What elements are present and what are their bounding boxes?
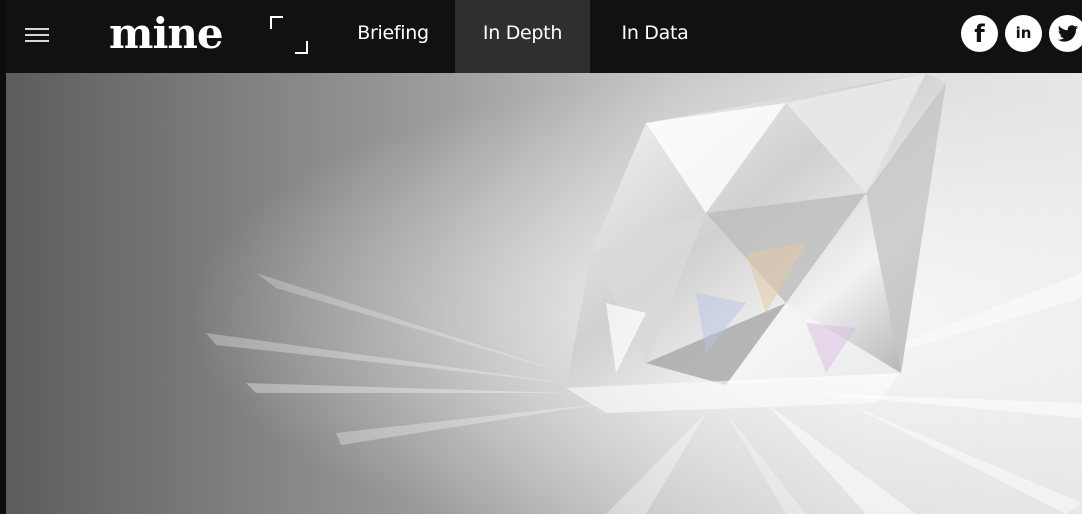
- nav-tab-in-depth[interactable]: In Depth: [455, 0, 590, 73]
- site-logo[interactable]: mine: [109, 8, 224, 60]
- top-navigation-bar: mine Briefing In Depth In Data f in: [6, 0, 1082, 73]
- hamburger-menu-icon[interactable]: [23, 22, 51, 50]
- hero-diamond-image: [6, 73, 1082, 514]
- twitter-icon[interactable]: [1049, 15, 1082, 52]
- expand-icon[interactable]: [270, 16, 308, 54]
- facebook-icon[interactable]: f: [961, 15, 998, 52]
- nav-tab-in-data[interactable]: In Data: [602, 0, 708, 73]
- linkedin-icon[interactable]: in: [1005, 15, 1042, 52]
- page: mine Briefing In Depth In Data f in: [0, 0, 1082, 514]
- left-edge-strip: [0, 0, 6, 514]
- nav-tab-briefing[interactable]: Briefing: [340, 0, 446, 73]
